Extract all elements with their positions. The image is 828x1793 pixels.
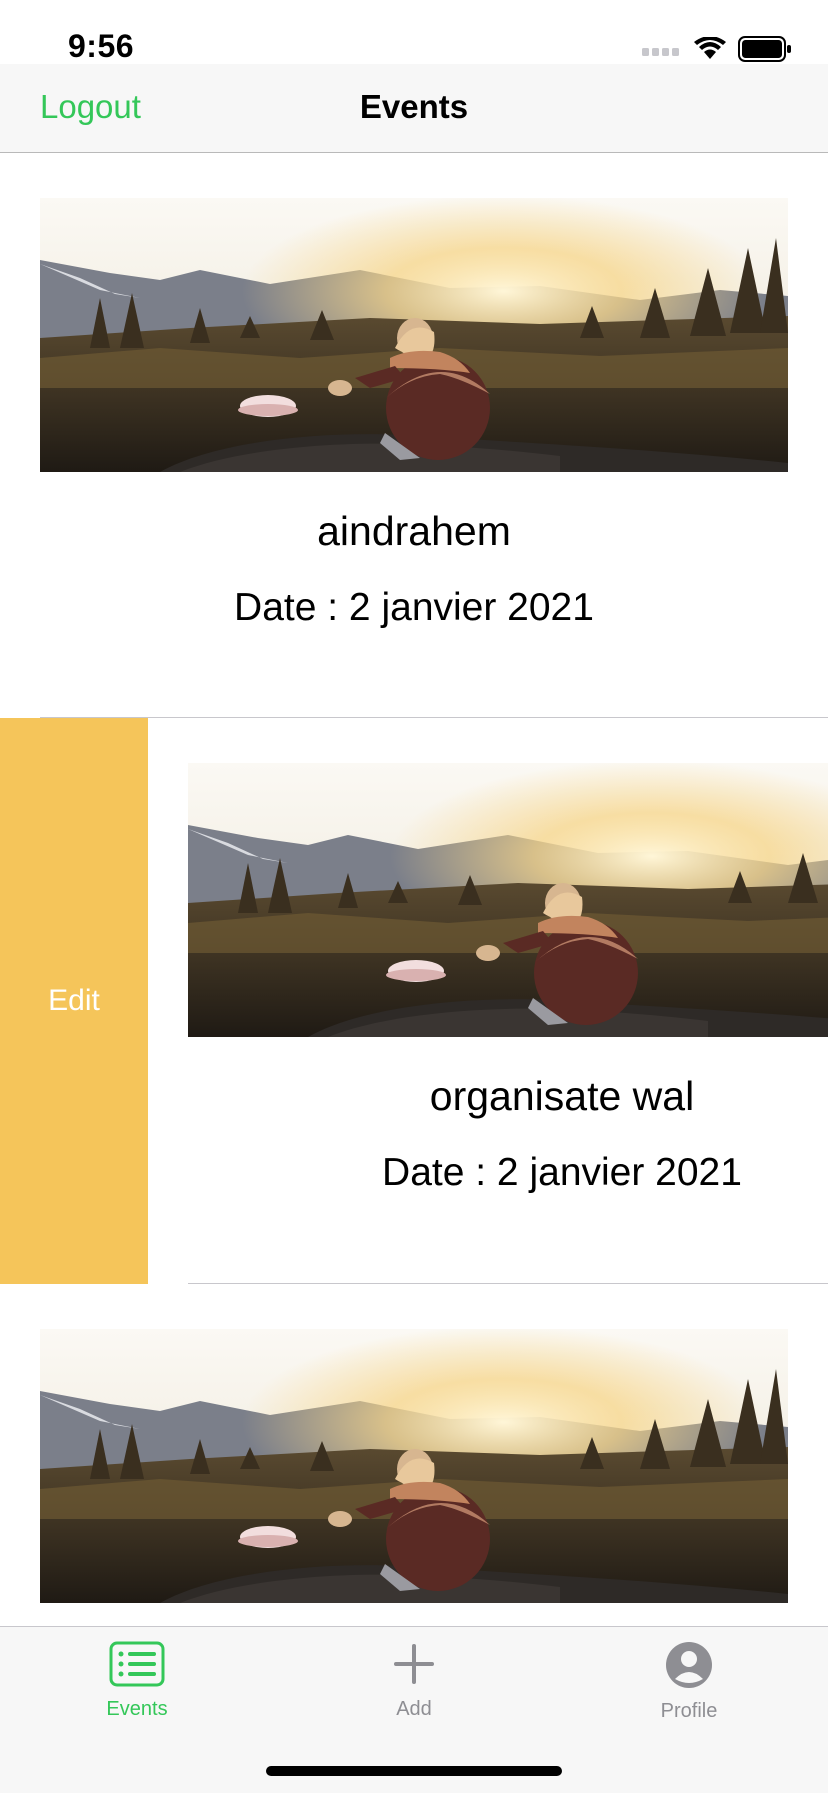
tab-label: Events (106, 1698, 168, 1720)
cellular-signal-icon (642, 42, 682, 61)
status-bar: 9:56 (0, 0, 828, 64)
event-row-content[interactable]: organisate wal Date : 2 janvier 2021 (148, 718, 828, 1284)
events-list[interactable]: aindrahem Date : 2 janvier 2021 Edit org… (0, 153, 828, 1626)
edit-swipe-button[interactable]: Edit (0, 718, 148, 1284)
page-title: Events (359, 88, 469, 125)
event-row[interactable] (0, 1284, 828, 1626)
event-image (40, 1329, 788, 1603)
event-row[interactable]: aindrahem Date : 2 janvier 2021 (0, 153, 828, 719)
tab-profile[interactable]: Profile (609, 1641, 769, 1723)
event-title: organisate wal (429, 1073, 695, 1119)
event-image (40, 198, 788, 472)
event-image (188, 763, 828, 1037)
tab-label: Profile (660, 1700, 718, 1722)
battery-icon (738, 36, 792, 67)
tab-add[interactable]: Add (334, 1641, 494, 1721)
event-row[interactable]: Edit organisate wal Date : 2 janvier 202… (0, 718, 828, 1284)
event-title: aindrahem (317, 508, 511, 554)
event-date: Date : 2 janvier 2021 (382, 1151, 742, 1194)
status-time: 9:56 (68, 28, 135, 64)
wifi-icon (694, 36, 726, 66)
navigation-bar: Logout Events (0, 64, 828, 153)
person-circle-icon (665, 1641, 713, 1694)
event-date: Date : 2 janvier 2021 (234, 586, 594, 629)
list-icon (109, 1641, 165, 1692)
tab-events[interactable]: Events (57, 1641, 217, 1721)
home-indicator (266, 1766, 562, 1776)
tab-label: Add (396, 1698, 432, 1720)
plus-icon (391, 1641, 437, 1692)
status-icons (642, 36, 792, 67)
